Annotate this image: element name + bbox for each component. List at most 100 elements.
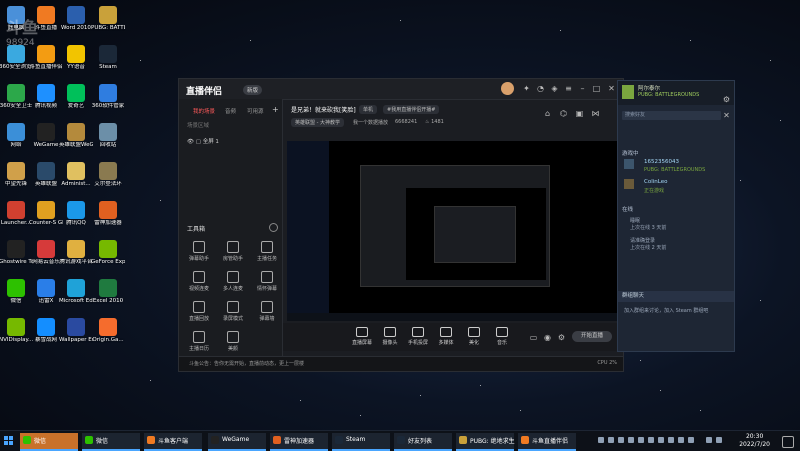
stream-preview[interactable] bbox=[287, 141, 617, 321]
desktop-icon[interactable]: Word 2010 bbox=[59, 6, 93, 31]
tray-icon-4[interactable] bbox=[628, 437, 634, 443]
room-tag[interactable]: 单机 bbox=[359, 105, 378, 114]
bottom-action[interactable]: 手机投屏 bbox=[403, 327, 433, 346]
maximize-button[interactable]: □ bbox=[592, 84, 601, 93]
steam-avatar[interactable] bbox=[622, 85, 634, 99]
skin-icon[interactable]: ◈ bbox=[550, 84, 559, 93]
add-icon[interactable]: + bbox=[272, 105, 279, 114]
desktop-icon[interactable]: Wallpaper Engine... bbox=[59, 318, 93, 343]
eye-icon[interactable]: ◉ bbox=[543, 333, 552, 342]
tray-icon-5[interactable] bbox=[638, 437, 644, 443]
category[interactable]: 英雄联盟 - 大神教学 bbox=[291, 118, 344, 127]
scene-item[interactable]: 👁 ▢ 全屏 1 bbox=[187, 137, 219, 145]
tool-button[interactable]: 视频连麦 bbox=[185, 271, 213, 292]
desktop-icon[interactable]: Microsoft Edge bbox=[59, 279, 93, 304]
tool-button[interactable]: 弹幕助手 bbox=[185, 241, 213, 262]
offline-item-1[interactable]: 睡眠 bbox=[630, 217, 640, 224]
desktop-icon[interactable]: 腾讯游戏平台 bbox=[59, 240, 93, 265]
bottom-action[interactable]: 音乐 bbox=[487, 327, 517, 346]
taskbar-item[interactable]: Steam bbox=[332, 433, 390, 451]
tray-icon-9[interactable] bbox=[678, 437, 684, 443]
tool-button[interactable]: 多人连麦 bbox=[219, 271, 247, 292]
steam-search-input[interactable]: 搜索好友 bbox=[622, 111, 721, 120]
tool-button[interactable]: 情怀弹幕 bbox=[253, 271, 281, 292]
taskbar-item[interactable]: 斗鱼客户端 bbox=[144, 433, 202, 451]
tool-button[interactable]: 直播回放 bbox=[185, 301, 213, 322]
tool-button[interactable]: 录屏模式 bbox=[219, 301, 247, 322]
bottom-action[interactable]: 美化 bbox=[459, 327, 489, 346]
desktop-icon[interactable]: Excel 2010 bbox=[91, 279, 125, 304]
menu-icon[interactable]: ≡ bbox=[564, 84, 573, 93]
tab-scenes[interactable]: 我的场景 bbox=[193, 107, 215, 115]
taskbar-item[interactable]: 好友列表 bbox=[394, 433, 452, 451]
steam-settings-icon[interactable]: ⚙ bbox=[722, 95, 731, 104]
group-chat-header[interactable]: 群组聊天 bbox=[618, 291, 734, 302]
share-icon[interactable]: ⌬ bbox=[559, 109, 568, 118]
gear-icon[interactable]: ⚙ bbox=[557, 333, 566, 342]
tab-audio[interactable]: 音频 bbox=[225, 107, 236, 115]
tab-sources[interactable]: 可用源 bbox=[247, 107, 264, 115]
tool-button[interactable]: 房管助手 bbox=[219, 241, 247, 262]
desktop-icon[interactable]: 艾尔登法环 bbox=[91, 162, 125, 187]
desktop-icon[interactable]: 腾讯QQ bbox=[59, 201, 93, 226]
notification-icon[interactable] bbox=[782, 436, 794, 448]
taskbar-item[interactable]: WeGame bbox=[208, 433, 266, 451]
desktop-icon[interactable]: 360软件管家 bbox=[91, 84, 125, 109]
tray-icon-2[interactable] bbox=[608, 437, 614, 443]
network-icon[interactable] bbox=[716, 437, 722, 443]
shop-icon[interactable]: ▣ bbox=[575, 109, 584, 118]
steam-close-icon[interactable]: ✕ bbox=[722, 111, 731, 120]
room-title[interactable]: 是兄弟！就来砍我[笑脸] bbox=[291, 105, 356, 114]
bottom-action[interactable]: 摄像头 bbox=[375, 327, 405, 346]
taskbar-item[interactable]: 斗鱼直播伴侣 bbox=[518, 433, 576, 451]
desktop-icon[interactable]: 英雄联盟 bbox=[29, 162, 63, 187]
desktop-icon[interactable]: Origin.Ga... bbox=[91, 318, 125, 343]
share2-icon[interactable]: ⋈ bbox=[591, 109, 600, 118]
friend2-name[interactable]: ColinLeo bbox=[644, 179, 667, 185]
bell-icon[interactable]: ◔ bbox=[536, 84, 545, 93]
friend2-avatar[interactable] bbox=[624, 179, 634, 189]
desktop-icon[interactable]: 暴雪战网 bbox=[29, 318, 63, 343]
version-tag[interactable]: 新版 bbox=[243, 85, 263, 95]
taskbar-item[interactable]: PUBG: 绝地求生 bbox=[456, 433, 515, 451]
speaker-icon[interactable] bbox=[706, 437, 712, 443]
tool-button[interactable]: 主播任务 bbox=[253, 241, 281, 262]
close-button[interactable]: ✕ bbox=[607, 84, 616, 93]
more-icon[interactable] bbox=[269, 223, 278, 232]
bottom-action[interactable]: 直播屏幕 bbox=[347, 327, 377, 346]
tool-button[interactable]: 美颜 bbox=[219, 331, 247, 352]
tray-icon-7[interactable] bbox=[658, 437, 664, 443]
lock-icon[interactable]: ⌂ bbox=[543, 109, 552, 118]
room-desc[interactable]: #我用直播伴侣开播# bbox=[383, 105, 440, 114]
desktop-icon[interactable]: 雷神加速器 bbox=[91, 201, 125, 226]
tray-icon-8[interactable] bbox=[668, 437, 674, 443]
steam-user[interactable]: 阿尔泰尔 bbox=[638, 84, 660, 92]
desktop-icon[interactable]: 回收站 bbox=[91, 123, 125, 148]
desktop-icon[interactable]: 爱奇艺 bbox=[59, 84, 93, 109]
desktop-icon[interactable]: Steam bbox=[91, 45, 125, 70]
camera-icon[interactable]: ▭ bbox=[529, 333, 538, 342]
tray-icon-1[interactable] bbox=[598, 437, 604, 443]
offline-item-3[interactable]: 请准确登录 bbox=[630, 237, 655, 244]
desktop-icon[interactable]: WeGame bbox=[29, 123, 63, 148]
start-live-button[interactable]: 开始直播 bbox=[572, 331, 612, 342]
tray-icon-10[interactable] bbox=[688, 437, 694, 443]
bottom-action[interactable]: 多媒体 bbox=[431, 327, 461, 346]
tool-button[interactable]: 弹幕墙 bbox=[253, 301, 281, 322]
user-avatar[interactable] bbox=[501, 82, 514, 95]
desktop-icon[interactable]: PUBG: BATTLEGROUNDS bbox=[91, 6, 125, 31]
taskbar-item[interactable]: 微信 bbox=[82, 433, 140, 451]
taskbar-item[interactable]: 微信 bbox=[20, 433, 78, 451]
desktop-icon[interactable]: GeForce Experience bbox=[91, 240, 125, 265]
taskbar-item[interactable]: 雷神加速器 bbox=[270, 433, 328, 451]
desktop-icon[interactable]: 腾讯视频 bbox=[29, 84, 63, 109]
clock[interactable]: 20:30 2022/7/20 bbox=[739, 433, 770, 449]
gift-icon[interactable]: ✦ bbox=[522, 84, 531, 93]
desktop-icon[interactable]: Counter-S Global Off... bbox=[29, 201, 63, 226]
tool-button[interactable]: 主播日历 bbox=[185, 331, 213, 352]
desktop-icon[interactable]: 英雄联盟WeGame版 bbox=[59, 123, 93, 148]
minimize-button[interactable]: – bbox=[578, 84, 587, 93]
tray-icon-6[interactable] bbox=[648, 437, 654, 443]
desktop-icon[interactable]: Administ... bbox=[59, 162, 93, 187]
desktop-icon[interactable]: 网易云音乐 bbox=[29, 240, 63, 265]
